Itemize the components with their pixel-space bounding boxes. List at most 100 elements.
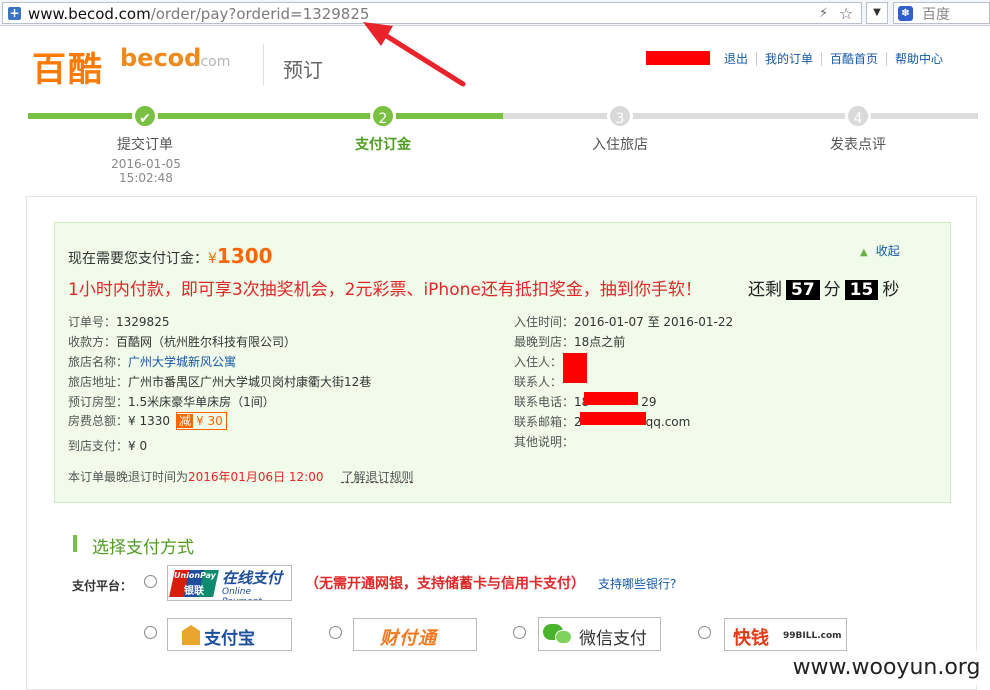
countdown-prefix: 还剩 <box>748 280 782 300</box>
info-label: 联系邮箱： <box>514 415 575 429</box>
info-label: 其他说明： <box>514 435 575 449</box>
unionpay-subtitle: Online Payment <box>222 587 262 600</box>
supported-banks-link[interactable]: 支持哪些银行? <box>598 575 676 592</box>
info-hotel-name: 旅店名称：广州大学城新风公寓 <box>68 353 236 370</box>
wechat-pay-option[interactable]: 微信支付 <box>538 617 661 651</box>
countdown: 还剩 57 分 15 秒 <box>748 275 899 300</box>
site-identity-icon[interactable]: + <box>8 7 21 20</box>
tenpay-name: 财付通 <box>380 628 437 649</box>
info-label: 联系电话： <box>514 395 575 409</box>
collapse-toggle[interactable]: ▲ 收起 <box>860 242 900 259</box>
info-label: 入住时间： <box>514 315 575 329</box>
info-label: 到店支付： <box>68 439 129 453</box>
payment-platform-label: 支付平台： <box>72 579 133 593</box>
refund-prefix: 本订单最晚退订时间为 <box>68 470 189 484</box>
info-label: 旅店地址： <box>68 375 129 389</box>
kuaiqian-domain: 99BILL.com <box>783 631 842 641</box>
email-suffix: qq.com <box>645 415 691 429</box>
deposit-amount: 1300 <box>216 244 273 268</box>
kuaiqian-option[interactable]: 快钱 99BILL.com <box>724 618 847 651</box>
watermark: www.wooyun.org <box>783 651 990 685</box>
info-value: ¥ 1330 <box>128 414 171 428</box>
url-text[interactable]: www.becod.com/order/pay?orderid=1329825 <box>28 5 369 23</box>
info-label: 最晚到店： <box>514 335 575 349</box>
info-checkin-dates: 入住时间：2016-01-07 至 2016-01-22 <box>514 313 733 330</box>
discount-badge: 减 ¥ 30 <box>176 412 227 430</box>
logo-domain-suffix: .com <box>196 54 231 70</box>
countdown-minutes: 57 <box>786 280 820 300</box>
search-box[interactable]: ✽ 百度 <box>893 2 990 24</box>
info-value: 1.5米床豪华单床房（1间） <box>128 395 275 409</box>
annotation-arrow <box>363 22 466 87</box>
baidu-paw-icon: ✽ <box>898 6 913 21</box>
unionpay-option[interactable]: UnionPay 银联 在线支付 Online Payment <box>167 565 292 601</box>
info-room-type: 预订房型：1.5米床豪华单床房（1间） <box>68 393 275 410</box>
home-link[interactable]: 百酷首页 <box>821 52 887 66</box>
info-contact: 联系人： <box>514 373 562 390</box>
page-title: 预订 <box>283 58 323 82</box>
info-value: 2016-01-07 至 2016-01-22 <box>574 315 734 329</box>
hotel-name-link[interactable]: 广州大学城新风公寓 <box>128 355 236 369</box>
alipay-option[interactable]: 支付宝 <box>167 618 292 651</box>
minutes-unit: 分 <box>823 280 841 300</box>
search-engine-label: 百度 <box>922 7 950 23</box>
tenpay-radio[interactable] <box>329 626 342 639</box>
info-hotel-address: 旅店地址：广州市番禺区广州大学城贝岗村康衢大街12巷 <box>68 373 371 390</box>
info-pay-at-hotel: 到店支付：¥ 0 <box>68 437 147 454</box>
unionpay-cn: 银联 <box>184 586 204 597</box>
alipay-radio[interactable] <box>144 626 157 639</box>
url-host: www.becod.com <box>28 5 151 23</box>
discount-amount: ¥ 30 <box>196 414 223 428</box>
step-3-label: 入住旅店 <box>592 137 648 153</box>
currency-symbol: ¥ <box>208 251 217 267</box>
step-2-marker: 2 <box>370 103 396 129</box>
step-2-label: 支付订金 <box>355 137 411 153</box>
help-center-link[interactable]: 帮助中心 <box>886 52 952 66</box>
username-redacted <box>646 51 710 65</box>
info-label: 预订房型： <box>68 395 129 409</box>
my-orders-link[interactable]: 我的订单 <box>756 52 822 66</box>
countdown-seconds: 15 <box>844 280 879 300</box>
phone-redacted <box>584 392 638 405</box>
unionpay-title: 在线支付 <box>222 569 283 587</box>
step-4-label: 发表点评 <box>830 137 886 153</box>
refund-deadline-note: 本订单最晚退订时间为2016年01月06日 12:00 了解退订规则 <box>68 468 414 485</box>
info-label: 联系人： <box>514 375 563 389</box>
wechat-pay-radio[interactable] <box>513 626 526 639</box>
promo-text: 1小时内付款，即可享3次抽奖机会，2元彩票、iPhone还有抵扣奖金，抽到你手软… <box>68 280 702 300</box>
info-label: 收款方： <box>68 335 117 349</box>
discount-tag: 减 <box>177 414 194 428</box>
collapse-label: 收起 <box>875 244 900 258</box>
step-1-check-icon: ✔ <box>132 103 158 129</box>
info-latest-arrival: 最晚到店：18点之前 <box>514 333 625 350</box>
info-label: 房费总额： <box>68 414 129 428</box>
info-payee: 收款方：百酷网（杭州胜尔科技有限公司） <box>68 333 296 350</box>
header-divider <box>263 44 264 86</box>
logo-chinese[interactable]: 百酷 <box>32 42 104 91</box>
progress-fill <box>28 113 503 119</box>
kuaiqian-name: 快钱 <box>733 628 769 649</box>
wechat-bubble-icon-2 <box>555 630 572 644</box>
logout-link[interactable]: 退出 <box>716 52 756 66</box>
kuaiqian-radio[interactable] <box>698 626 711 639</box>
logo-english[interactable]: becod <box>120 44 201 72</box>
bookmark-star-icon[interactable]: ☆ <box>839 4 853 23</box>
phone-suffix: 29 <box>641 395 657 409</box>
progress-track <box>28 113 978 119</box>
step-4-marker: 4 <box>845 103 871 129</box>
refund-rules-link[interactable]: 了解退订规则 <box>342 470 414 484</box>
email-redacted <box>580 412 646 425</box>
payment-section-title: 选择支付方式 <box>92 538 194 558</box>
url-path: /order/pay?orderid=1329825 <box>150 5 370 23</box>
lightning-icon[interactable]: ⚡ <box>819 6 828 21</box>
tenpay-option[interactable]: 财付通 <box>353 618 477 651</box>
deposit-label: 现在需要您支付订金： <box>68 251 208 267</box>
alipay-name: 支付宝 <box>204 629 255 649</box>
browser-toolbar: + www.becod.com/order/pay?orderid=132982… <box>0 0 990 26</box>
dropdown-arrow-icon[interactable]: ▼ <box>866 2 888 24</box>
info-label: 旅店名称： <box>68 355 129 369</box>
caret-up-icon: ▲ <box>860 247 868 258</box>
info-notes: 其他说明： <box>514 433 574 450</box>
unionpay-radio[interactable] <box>144 575 157 588</box>
info-value: ¥ 0 <box>128 439 148 453</box>
